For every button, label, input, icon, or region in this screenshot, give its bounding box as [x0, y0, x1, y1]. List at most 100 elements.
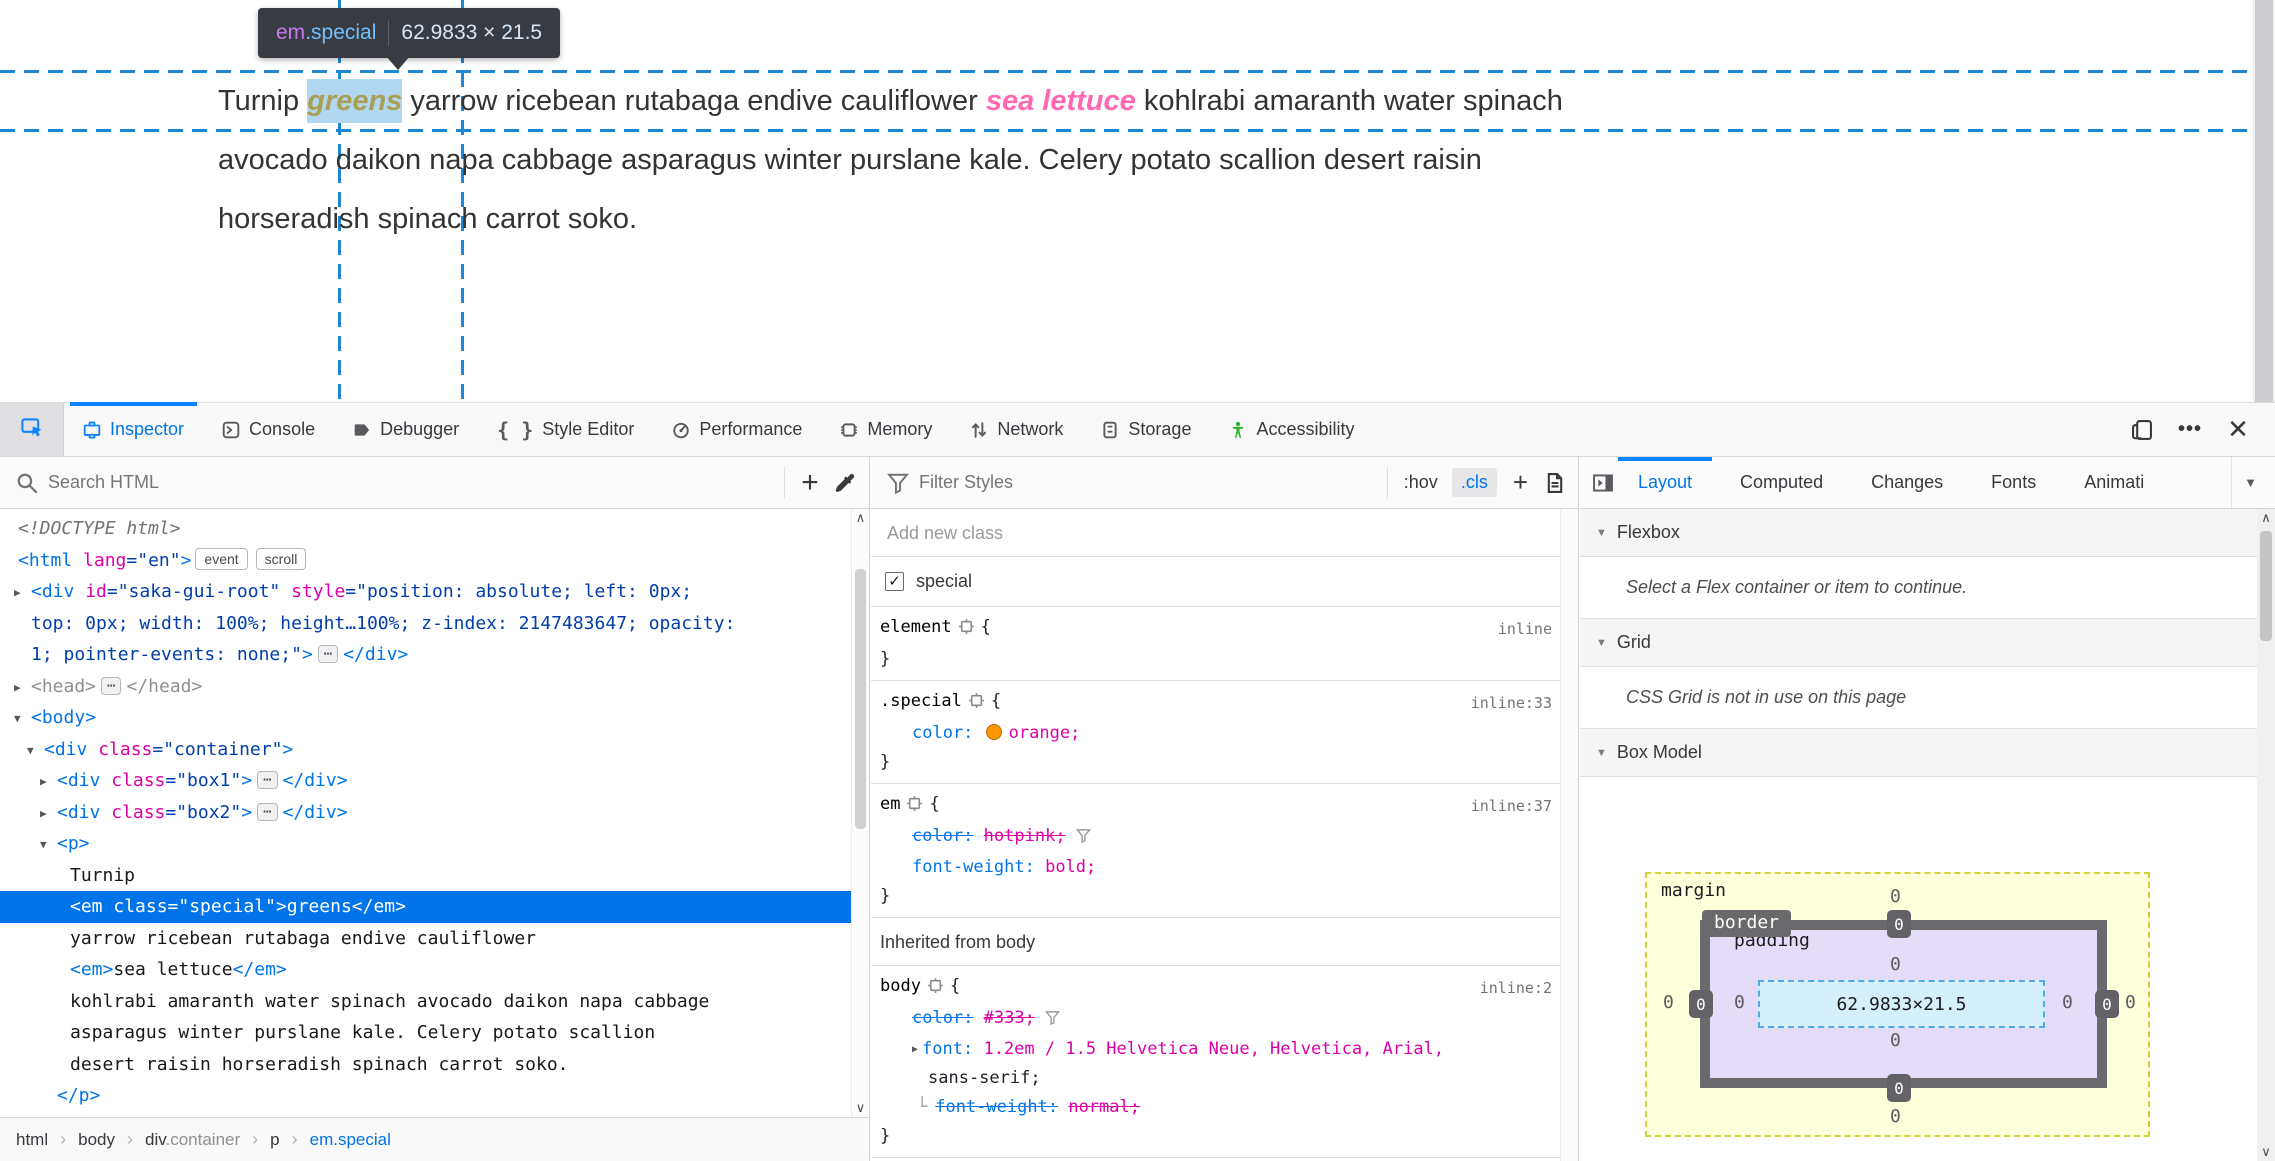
css-declaration-color[interactable]: color: orange; [871, 719, 1560, 748]
sidebar-tab-changes[interactable]: Changes [1847, 457, 1967, 508]
toggle-pseudo-class-button[interactable]: :hov [1396, 468, 1446, 497]
css-declaration-font[interactable]: ▶ font: 1.2em / 1.5 Helvetica Neue, Helve… [871, 1035, 1560, 1064]
expand-right-icon[interactable]: ▶ [912, 1044, 918, 1055]
sidebar-tab-layout[interactable]: Layout [1614, 457, 1716, 508]
expand-down-icon[interactable]: ▼ [27, 735, 34, 767]
property-value[interactable]: orange; [1009, 723, 1081, 743]
rule-selector[interactable]: body [880, 976, 921, 996]
sidebar-tab-animati[interactable]: Animati [2060, 457, 2168, 508]
all-tabs-caret-icon[interactable]: ▼ [2231, 457, 2257, 508]
padding-top-value[interactable]: 0 [1890, 954, 1901, 975]
tab-style-editor[interactable]: { } Style Editor [478, 403, 653, 456]
css-declaration-font-weight[interactable]: └ font-weight: normal; [871, 1093, 1560, 1122]
property-name[interactable]: color: [912, 826, 973, 846]
scroll-down-icon[interactable]: ∨ [852, 1099, 869, 1117]
tab-inspector[interactable]: Inspector [64, 402, 203, 456]
tab-performance[interactable]: Performance [653, 403, 821, 456]
rule-source-link[interactable]: inline:33 [1471, 689, 1552, 718]
expand-inline-icon[interactable]: ⋯ [257, 802, 278, 821]
css-declaration-font-weight[interactable]: font-weight: bold; [871, 853, 1560, 882]
rule-selector[interactable]: .special [880, 691, 962, 711]
eyedropper-icon[interactable] [827, 466, 861, 500]
property-name[interactable]: font: [922, 1039, 973, 1059]
expand-right-icon[interactable]: ▶ [40, 798, 47, 830]
rule-source-link[interactable]: inline:2 [1480, 974, 1552, 1003]
sidebar-tab-computed[interactable]: Computed [1716, 457, 1847, 508]
property-value[interactable]: bold; [1045, 857, 1096, 877]
expand-right-icon[interactable]: ▶ [40, 766, 47, 798]
breadcrumb-item-p[interactable]: p [270, 1130, 279, 1150]
layout-scrollbar-thumb[interactable] [2260, 531, 2272, 641]
breadcrumb-item-em-special[interactable]: em.special [310, 1130, 391, 1150]
markup-node[interactable]: </p> [0, 1080, 851, 1112]
pick-element-button[interactable] [0, 403, 64, 456]
markup-node[interactable]: <html lang="en"> event scroll [0, 545, 851, 577]
expand-inline-icon[interactable]: ⋯ [317, 645, 339, 663]
layout-scrollbar[interactable]: ∧ ∨ [2257, 509, 2275, 1161]
tab-debugger[interactable]: Debugger [334, 403, 478, 456]
rule-source-link[interactable]: inline:37 [1471, 792, 1552, 821]
page-scrollbar[interactable] [2253, 0, 2275, 402]
meatball-menu-icon[interactable]: ••• [2173, 413, 2207, 447]
rules-scrollbar[interactable] [1560, 509, 1578, 1161]
markup-node[interactable]: kohlrabi amaranth water spinach avocado … [0, 986, 851, 1081]
content-box[interactable]: 62.9833×21.5 [1758, 980, 2045, 1028]
property-name[interactable]: color: [912, 1008, 973, 1028]
breadcrumb-item-html[interactable]: html [16, 1130, 48, 1150]
section-box-model[interactable]: ▼ Box Model [1580, 729, 2257, 777]
print-media-icon[interactable] [1538, 466, 1572, 500]
margin-bottom-value[interactable]: 0 [1890, 1106, 1901, 1127]
property-value[interactable]: 1.2em / 1.5 Helvetica Neue, Helvetica, A… [983, 1039, 1444, 1059]
padding-bottom-value[interactable]: 0 [1890, 1030, 1901, 1051]
markup-node[interactable]: ▶ <div id="saka-gui-root" style="position… [0, 576, 851, 671]
selector-highlighter-icon[interactable] [958, 616, 975, 645]
expand-inline-icon[interactable]: ⋯ [101, 676, 122, 695]
markup-scrollbar-thumb[interactable] [855, 569, 866, 829]
padding-left-value[interactable]: 0 [1734, 992, 1745, 1013]
add-new-class-input[interactable]: Add new class [871, 509, 1560, 557]
margin-top-value[interactable]: 0 [1890, 886, 1901, 907]
search-html-input[interactable] [48, 472, 776, 493]
selector-highlighter-icon[interactable] [906, 793, 923, 822]
breadcrumb-item-body[interactable]: body [78, 1130, 115, 1150]
border-left-value[interactable]: 0 [1689, 990, 1713, 1018]
color-swatch[interactable] [985, 724, 1002, 740]
scroll-badge[interactable]: scroll [255, 547, 307, 570]
section-flexbox[interactable]: ▼ Flexbox [1580, 509, 2257, 557]
property-value[interactable]: normal; [1068, 1097, 1140, 1117]
scroll-up-icon[interactable]: ∧ [2257, 509, 2275, 527]
border-bottom-value[interactable]: 0 [1887, 1074, 1911, 1102]
markup-node[interactable]: ▶ <div class="box1"> ⋯ </div> [0, 765, 851, 797]
scroll-up-icon[interactable]: ∧ [852, 509, 869, 527]
margin-left-value[interactable]: 0 [1663, 992, 1674, 1013]
property-value[interactable]: sans-serif; [928, 1068, 1041, 1088]
toggle-class-panel-button[interactable]: .cls [1451, 468, 1497, 497]
property-name[interactable]: font-weight: [935, 1097, 1058, 1117]
expand-right-icon[interactable]: ▶ [14, 672, 21, 704]
event-badge[interactable]: event [195, 547, 248, 570]
add-node-button[interactable]: + [793, 466, 827, 500]
filter-styles-input[interactable] [919, 472, 1379, 493]
expand-down-icon[interactable]: ▼ [14, 703, 21, 735]
markup-node[interactable]: <em>sea lettuce</em> [0, 954, 851, 986]
section-grid[interactable]: ▼ Grid [1580, 619, 2257, 667]
tab-console[interactable]: Console [203, 403, 334, 456]
markup-node[interactable]: <!DOCTYPE html> [0, 513, 851, 545]
padding-right-value[interactable]: 0 [2062, 992, 2073, 1013]
markup-node[interactable]: ▶ <div class="box2"> ⋯ </div> [0, 797, 851, 829]
overridden-filter-icon[interactable] [1044, 1006, 1060, 1035]
expand-down-icon[interactable]: ▼ [40, 829, 47, 861]
border-right-value[interactable]: 0 [2095, 990, 2119, 1018]
scroll-down-icon[interactable]: ∨ [2257, 1143, 2275, 1161]
markup-node[interactable]: ▼ <body> [0, 702, 851, 734]
markup-node[interactable]: ▶ <head> ⋯ </head> [0, 671, 851, 703]
selector-highlighter-icon[interactable] [968, 690, 985, 719]
expand-right-icon[interactable]: ▶ [14, 577, 21, 609]
markup-node[interactable]: ▼ <p> [0, 828, 851, 860]
border-top-value[interactable]: 0 [1887, 910, 1911, 938]
markup-node[interactable]: Turnip [0, 860, 851, 892]
breadcrumb-item-div[interactable]: div.container [145, 1130, 240, 1150]
css-declaration-color[interactable]: color: #333; [871, 1004, 1560, 1035]
close-icon[interactable]: ✕ [2221, 413, 2255, 447]
rule-selector[interactable]: em [880, 794, 900, 814]
